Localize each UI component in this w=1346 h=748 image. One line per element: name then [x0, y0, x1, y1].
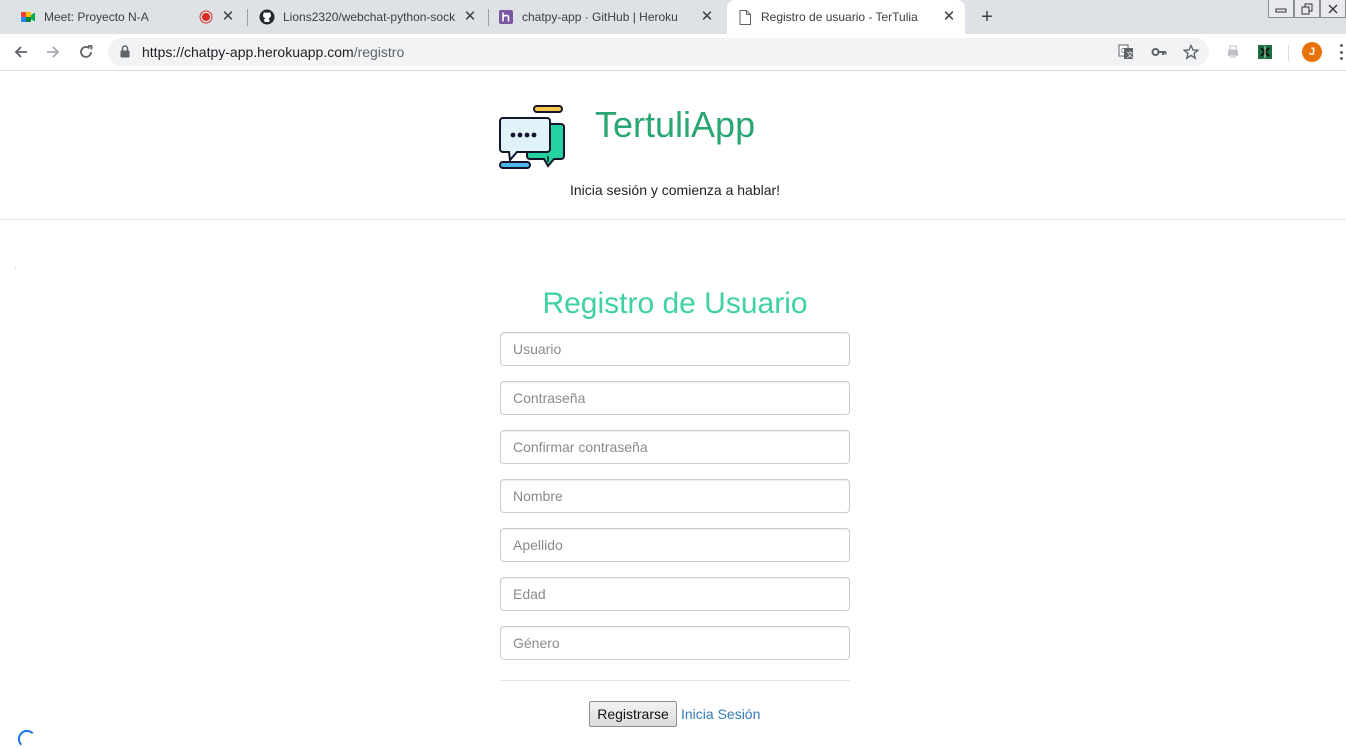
browser-toolbar: https://chatpy-app.herokuapp.com/registr…	[0, 34, 1346, 71]
profile-avatar[interactable]: J	[1302, 42, 1322, 62]
url-path: /registro	[353, 44, 405, 60]
tab-title: Meet: Proyecto N-A	[44, 10, 149, 24]
form-title: Registro de Usuario	[542, 287, 808, 320]
username-input[interactable]	[500, 332, 850, 366]
new-tab-icon[interactable]: +	[977, 7, 997, 27]
google-meet-icon	[20, 9, 36, 25]
tab-heroku[interactable]: chatpy-app · GitHub | Heroku ✕	[490, 0, 723, 34]
minimize-icon[interactable]	[1268, 0, 1294, 18]
tab-separator	[247, 9, 248, 26]
register-button[interactable]: Registrarse	[589, 701, 677, 727]
loading-spinner-icon	[18, 730, 36, 748]
url-host: https://chatpy-app.herokuapp.com	[142, 44, 354, 60]
back-icon[interactable]	[9, 40, 33, 64]
close-tab-icon[interactable]: ✕	[220, 9, 236, 25]
github-icon	[259, 9, 275, 25]
recording-icon	[198, 9, 214, 25]
chat-bubbles-logo	[499, 105, 565, 169]
confirm-password-input[interactable]	[500, 430, 850, 464]
toolbar-divider	[1288, 45, 1289, 61]
page-icon	[737, 9, 753, 25]
close-tab-icon[interactable]: ✕	[941, 9, 957, 25]
tab-title: Lions2320/webchat-python-sock	[283, 10, 456, 24]
forward-icon[interactable]	[41, 40, 65, 64]
form-divider	[500, 680, 850, 681]
lock-icon[interactable]	[120, 45, 130, 63]
close-window-icon[interactable]	[1320, 0, 1346, 18]
svg-text:文: 文	[1127, 50, 1134, 59]
brand-title: TertuliApp	[595, 104, 756, 145]
window-controls	[1268, 0, 1346, 18]
age-input[interactable]	[500, 577, 850, 611]
first-name-input[interactable]	[500, 479, 850, 513]
tab-separator	[488, 9, 489, 26]
tab-github[interactable]: Lions2320/webchat-python-sock ✕	[251, 0, 486, 34]
site-header: TertuliApp Inicia sesión y comienza a ha…	[0, 71, 1346, 220]
stray-dot	[15, 268, 16, 269]
gender-input[interactable]	[500, 626, 850, 660]
password-input[interactable]	[500, 381, 850, 415]
extension-icon[interactable]	[1224, 43, 1242, 61]
heroku-icon	[498, 9, 514, 25]
extension-icon[interactable]	[1256, 43, 1274, 61]
page-content: TertuliApp Inicia sesión y comienza a ha…	[0, 71, 1346, 748]
key-icon[interactable]	[1151, 44, 1167, 60]
tab-registro[interactable]: Registro de usuario - TerTulia ✕	[727, 0, 965, 34]
login-link[interactable]: Inicia Sesión	[681, 706, 760, 722]
tab-strip: Meet: Proyecto N-A ✕ Lions2320/webchat-p…	[0, 0, 1346, 34]
address-bar[interactable]: https://chatpy-app.herokuapp.com/registr…	[108, 38, 1209, 66]
last-name-input[interactable]	[500, 528, 850, 562]
close-tab-icon[interactable]: ✕	[462, 9, 478, 25]
menu-icon[interactable]	[1338, 44, 1344, 60]
tagline: Inicia sesión y comienza a hablar!	[569, 182, 781, 198]
restore-icon[interactable]	[1294, 0, 1320, 18]
close-tab-icon[interactable]: ✕	[699, 9, 715, 25]
tab-title: chatpy-app · GitHub | Heroku	[522, 10, 678, 24]
reload-icon[interactable]	[74, 40, 98, 64]
translate-icon[interactable]: G文	[1118, 44, 1134, 60]
tab-meet[interactable]: Meet: Proyecto N-A ✕	[12, 0, 244, 34]
tab-title: Registro de usuario - TerTulia	[761, 10, 918, 24]
bookmark-star-icon[interactable]	[1183, 44, 1199, 60]
url-text: https://chatpy-app.herokuapp.com/registr…	[142, 44, 404, 60]
